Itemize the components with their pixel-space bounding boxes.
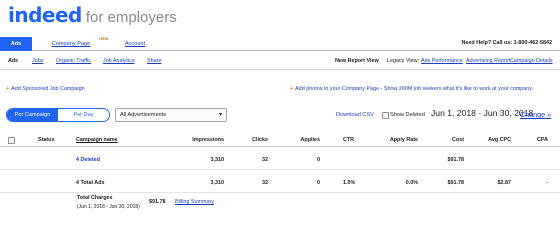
date-range: Jun 1, 2018 - Jun 30, 2018 xyxy=(431,108,534,118)
indeed-logo: indeed xyxy=(8,3,82,27)
new-report-view[interactable]: New Report View xyxy=(335,55,379,67)
cell-impressions: 3,310 xyxy=(210,157,225,163)
sub-navigation: Ads Jobs Organic Traffic Job Analytics S… xyxy=(0,55,560,67)
select-value: All Advertisements xyxy=(120,112,167,118)
chevron-down-icon: ▾ xyxy=(218,112,222,118)
add-photos-link[interactable]: + Add photos to your Company Page - Show … xyxy=(290,86,533,92)
select-all-checkbox[interactable] xyxy=(8,137,15,144)
total-ads-label: 4 Total Ads xyxy=(76,180,105,186)
col-impressions[interactable]: Impressions xyxy=(192,137,224,143)
per-day-toggle[interactable]: Per Day xyxy=(58,109,109,121)
add-photos-label: Add photos to your Company Page - Show 2… xyxy=(295,86,534,92)
legacy-advertising-report[interactable]: Advertising Report xyxy=(466,55,510,67)
col-ctr[interactable]: CTR xyxy=(343,137,354,143)
advertisement-filter-select[interactable]: All Advertisements ▾ xyxy=(115,108,227,122)
total-charges-amount: $91.78 xyxy=(149,199,166,205)
cell-applies: 0 xyxy=(317,157,320,163)
cell-cpa: - xyxy=(546,180,548,186)
subnav-organic-traffic[interactable]: Organic Traffic xyxy=(56,55,91,67)
subnav-jobs[interactable]: Jobs xyxy=(32,55,43,67)
cell-clicks: 32 xyxy=(262,157,268,163)
cell-apply-rate: 0.0% xyxy=(405,180,418,186)
plus-icon: + xyxy=(6,86,10,92)
cell-impressions: 3,310 xyxy=(210,180,225,186)
brand-suffix: for employers xyxy=(85,9,177,26)
subnav-ads[interactable]: Ads xyxy=(8,55,18,67)
col-cost[interactable]: Cost xyxy=(452,137,464,143)
table-row-total: 4 Total Ads 3,310 32 0 1.0% 0.0% $91.78 … xyxy=(0,173,560,193)
subnav-share[interactable]: Share xyxy=(147,55,161,67)
show-deleted-label: Show Deleted xyxy=(390,112,425,118)
col-status[interactable]: Status xyxy=(38,137,54,143)
cell-applies: 0 xyxy=(317,180,320,186)
col-campaign-name[interactable]: Campaign name xyxy=(76,137,118,143)
tab-company-page[interactable]: Company Page xyxy=(46,37,96,51)
add-campaign-link[interactable]: + Add Sponsored Job Campaign xyxy=(6,86,85,92)
help-phone: Need Help? Call us: 1-800-462-5842 xyxy=(461,40,552,46)
plus-icon: + xyxy=(290,86,294,92)
brand-logo[interactable]: indeed for employers xyxy=(8,3,177,27)
view-toggle: Per Campaign Per Day xyxy=(6,108,110,122)
cell-cost: $91.78 xyxy=(447,180,465,186)
legacy-ads-performance[interactable]: Ads Performance xyxy=(421,55,463,67)
change-date-link[interactable]: Change » xyxy=(520,110,551,119)
add-campaign-label: Add Sponsored Job Campaign xyxy=(11,86,85,92)
download-csv-link[interactable]: Download CSV xyxy=(336,112,374,118)
col-avg-cpc[interactable]: Avg CPC xyxy=(488,137,511,143)
new-badge: new xyxy=(99,37,109,42)
table-header: Status Campaign name Impressions Clicks … xyxy=(0,135,560,147)
cell-avg-cpc: $2.87 xyxy=(497,180,512,186)
subnav-job-analytics[interactable]: Job Analytics xyxy=(103,55,134,67)
col-cpa[interactable]: CPA xyxy=(537,137,548,143)
tab-ads[interactable]: Ads xyxy=(0,37,32,51)
divider xyxy=(0,69,560,70)
legacy-view-label: Legacy View: xyxy=(387,58,419,64)
col-apply-rate[interactable]: Apply Rate xyxy=(390,137,418,143)
col-applies[interactable]: Applies xyxy=(301,137,320,143)
cell-ctr: 1.0% xyxy=(343,180,356,186)
total-charges-label: Total Charges xyxy=(77,195,113,201)
col-clicks[interactable]: Clicks xyxy=(252,137,268,143)
cell-clicks: 32 xyxy=(262,180,268,186)
total-charges-range: (Jun 1, 2018 - Jun 30, 2018) xyxy=(77,204,140,210)
legacy-campaign-details[interactable]: Campaign Details xyxy=(510,55,553,67)
cell-cost: $91.78 xyxy=(447,157,465,163)
per-campaign-toggle[interactable]: Per Campaign xyxy=(7,109,58,121)
campaign-name-link[interactable]: 4 Deleted xyxy=(76,157,100,163)
table-row: 4 Deleted 3,310 32 0 $91.78 xyxy=(0,150,560,170)
billing-summary-link[interactable]: Billing Summary xyxy=(175,199,214,205)
show-deleted-checkbox[interactable] xyxy=(382,112,389,119)
tab-account[interactable]: Account xyxy=(120,37,150,51)
